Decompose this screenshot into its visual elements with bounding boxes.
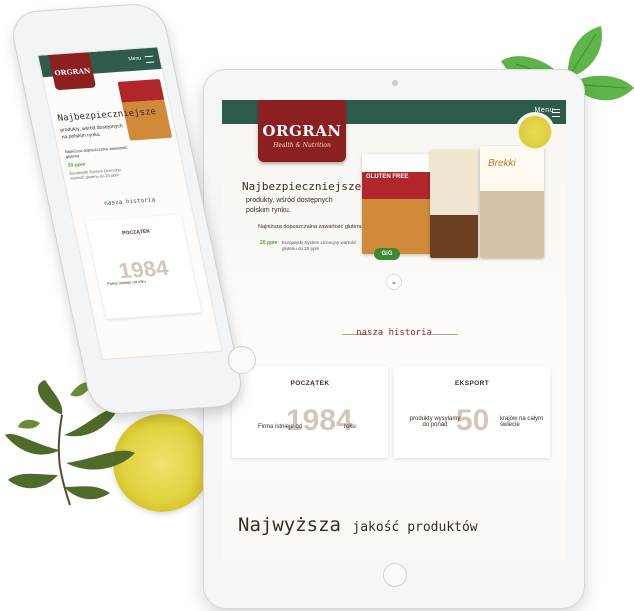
history-card-title: POCZĄTEK — [290, 380, 330, 387]
history-card-text-before: produkty wysyłamy do ponad — [409, 416, 461, 428]
product-box-brekki-label: Brekki — [488, 158, 516, 169]
history-card-export: EKSPORT 50 produkty wysyłamy do ponad kr… — [394, 366, 550, 458]
quality-title-small: jakość produktów — [352, 520, 478, 535]
quality-title-big: Najwyższa — [238, 514, 341, 536]
phone-hero-subtitle: produkty, wśród dostępnych na polskim ry… — [59, 123, 124, 141]
hero-subtitle: produkty, wśród dostępnych polskim rynku… — [246, 196, 366, 216]
product-box-gluten-free-label: GLUTEN FREE — [366, 174, 409, 180]
history-card-start: POCZĄTEK 1984 Firma istnieje od roku — [232, 366, 388, 458]
scroll-down-icon[interactable]: ⌄ — [386, 274, 402, 290]
hero-title: Najbezpieczniejsze — [242, 180, 362, 193]
history-card-title: EKSPORT — [454, 380, 490, 387]
history-heading: nasza historia — [356, 328, 432, 338]
tablet-camera — [392, 80, 398, 86]
phone-card-text: Firma istnieje od roku — [106, 278, 147, 287]
phone-history-card: POCZĄTEK 1984 Firma istnieje od roku — [85, 214, 202, 319]
history-card-text-after: krajów na całym świecie — [500, 416, 544, 428]
phone-menu-label[interactable]: Menu — [128, 56, 142, 63]
orgran-logo[interactable]: ORGRAN Health & Nutrition — [258, 100, 346, 162]
quality-section-title: Najwyższa jakość produktów — [238, 514, 478, 536]
gluten-small-text: Europejski System Licencjny wartość glut… — [282, 240, 357, 251]
hero-subtitle-line-2: polskim rynku. — [246, 207, 291, 214]
history-card-text-before: Firma istnieje od — [258, 424, 303, 430]
product-box-brekki: Brekki — [480, 146, 544, 258]
hamburger-menu-icon[interactable] — [552, 109, 560, 117]
tablet-home-button[interactable] — [383, 563, 407, 587]
phone-history-heading: nasza historia — [103, 196, 156, 207]
product-box-cake — [430, 150, 478, 258]
history-card-number: 1984 — [286, 404, 353, 437]
gluten-ppm-label: 20 ppm — [260, 240, 278, 246]
phone-home-button[interactable] — [228, 346, 256, 374]
phone-logo-text: ORGRAN — [53, 66, 92, 78]
phone-logo[interactable]: ORGRAN — [48, 52, 97, 91]
history-heading-line-right — [432, 334, 458, 335]
phone-device: Menu ORGRAN Najbezpieczniejsze produkty,… — [8, 3, 246, 424]
phone-gluten-line: Najniższa dopuszczalna zawartość glutenu — [64, 144, 128, 159]
phone-ppm: 20 ppm — [67, 161, 87, 169]
history-card-text-after: roku — [344, 424, 356, 430]
logo-tagline: Health & Nutrition — [273, 142, 331, 149]
product-boxes-image: GLUTEN FREE Brekki GiG — [362, 142, 560, 274]
phone-card-title: POCZĄTEK — [121, 228, 151, 237]
gluten-statement: Najniższa dopuszczalna zawartość glutenu — [258, 224, 363, 230]
gig-badge: GiG — [374, 248, 400, 260]
product-box-gluten-free: GLUTEN FREE — [362, 154, 432, 254]
logo-text: ORGRAN — [262, 122, 342, 140]
hero-subtitle-line-1: produkty, wśród dostępnych — [246, 197, 333, 204]
tablet-screen: Menu ORGRAN Health & Nutrition Najbezpie… — [222, 100, 566, 560]
small-oil-bowl — [515, 112, 555, 152]
phone-hamburger-icon[interactable] — [144, 55, 155, 64]
phone-small-text: Europejski System Licencjny wartość glut… — [68, 167, 122, 181]
